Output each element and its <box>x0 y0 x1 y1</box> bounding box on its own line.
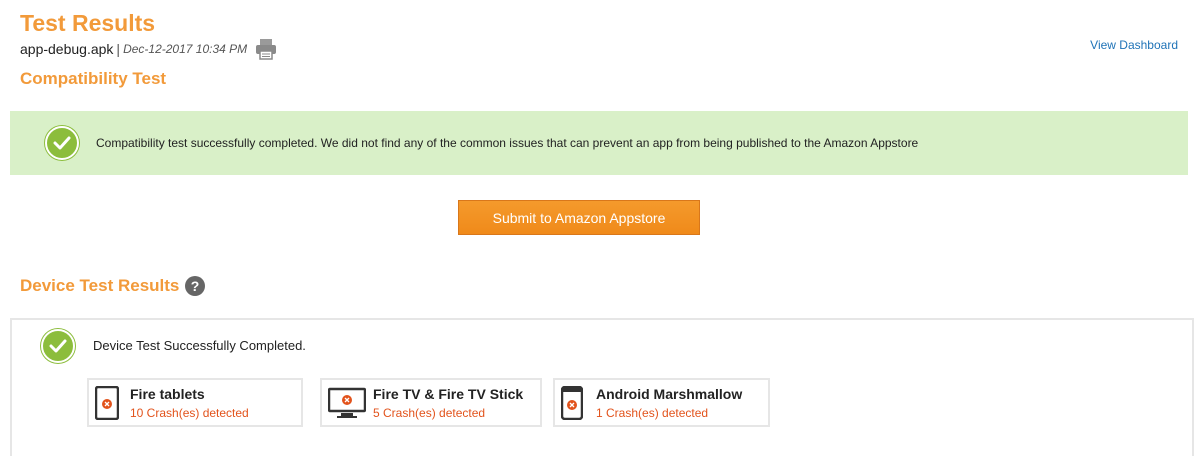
device-card-android-marshmallow[interactable]: Android Marshmallow 1 Crash(es) detected <box>553 378 770 427</box>
view-dashboard-link[interactable]: View Dashboard <box>1090 38 1178 52</box>
crash-count: 10 Crash(es) detected <box>130 406 249 420</box>
file-name: app-debug.apk <box>20 41 114 57</box>
success-check-icon <box>41 329 75 363</box>
page-title: Test Results <box>20 10 156 36</box>
crash-count: 5 Crash(es) detected <box>373 406 486 420</box>
device-test-results-title: Device Test Results <box>20 276 180 295</box>
device-test-panel: Device Test Successfully Completed. Fire… <box>10 318 1194 456</box>
device-test-status: Device Test Successfully Completed. <box>93 338 306 353</box>
device-name: Android Marshmallow <box>596 386 743 402</box>
meta-separator: | <box>116 41 121 57</box>
device-name: Fire tablets <box>130 386 205 402</box>
submit-to-appstore-button[interactable]: Submit to Amazon Appstore <box>458 200 700 235</box>
device-name: Fire TV & Fire TV Stick <box>373 386 524 402</box>
help-icon[interactable]: ? <box>185 276 205 296</box>
file-meta: app-debug.apk | Dec-12-2017 10:34 PM <box>20 41 247 57</box>
compatibility-message: Compatibility test successfully complete… <box>96 136 919 150</box>
compatibility-success-banner: Compatibility test successfully complete… <box>10 111 1188 175</box>
tv-icon <box>327 386 367 425</box>
test-date: Dec-12-2017 10:34 PM <box>123 42 248 56</box>
success-check-icon <box>45 126 79 160</box>
device-card-fire-tv[interactable]: Fire TV & Fire TV Stick 5 Crash(es) dete… <box>320 378 542 427</box>
compatibility-test-title: Compatibility Test <box>20 69 167 88</box>
print-icon[interactable] <box>255 38 277 60</box>
device-card-fire-tablets[interactable]: Fire tablets 10 Crash(es) detected <box>87 378 303 427</box>
tablet-icon <box>94 385 120 425</box>
crash-count: 1 Crash(es) detected <box>596 406 709 420</box>
phone-icon <box>560 385 584 425</box>
